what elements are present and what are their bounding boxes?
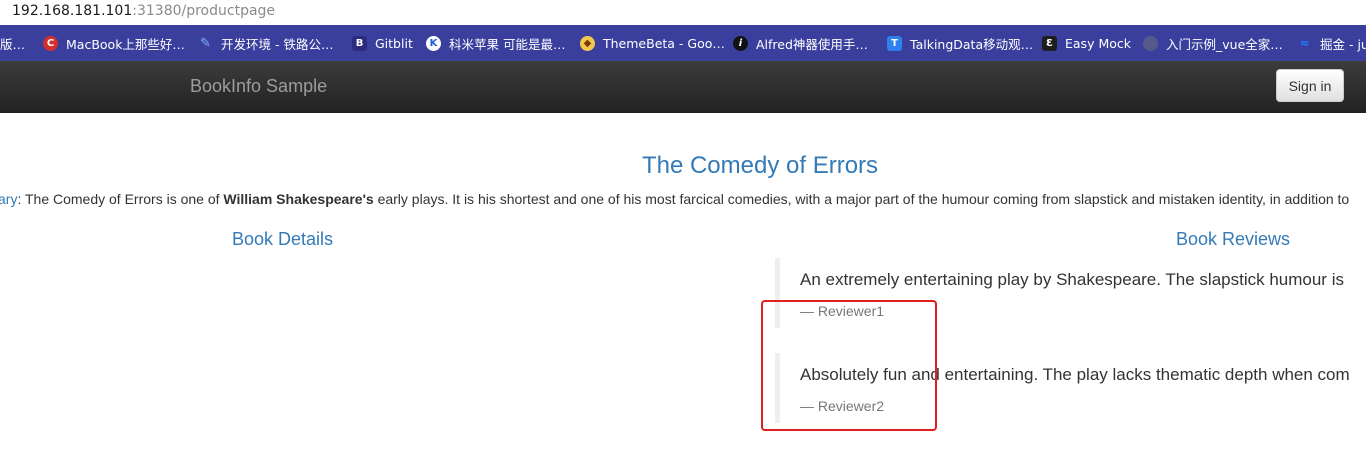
sign-in-button[interactable]: Sign in bbox=[1276, 69, 1344, 102]
summary-link[interactable]: ary bbox=[0, 191, 17, 207]
bookmark-label: 科米苹果 可能是最… bbox=[449, 36, 566, 52]
bookmark-item[interactable]: B Gitblit bbox=[352, 25, 413, 61]
product-summary: ary: The Comedy of Errors is one of Will… bbox=[0, 191, 1349, 207]
bookmark-label: ThemeBeta - Goo… bbox=[603, 35, 725, 51]
info-icon: i bbox=[733, 35, 748, 51]
page-title: The Comedy of Errors bbox=[641, 152, 879, 179]
bookmark-item[interactable]: ✎ 开发环境 - 铁路公… bbox=[198, 25, 333, 61]
author-name: William Shakespeare's bbox=[223, 191, 374, 207]
t-icon: T bbox=[887, 35, 902, 51]
themebeta-icon: ◆ bbox=[580, 35, 595, 51]
globe-icon bbox=[1143, 35, 1158, 51]
bookmark-label: MacBook上那些好… bbox=[66, 36, 185, 52]
bookmark-item[interactable]: 版… bbox=[0, 25, 25, 61]
easymock-icon: Ɛ bbox=[1042, 35, 1057, 51]
bookmark-label: Alfred神器使用手… bbox=[756, 36, 868, 52]
bookmark-label: Gitblit bbox=[375, 35, 413, 51]
summary-text-post: early plays. It is his shortest and one … bbox=[373, 191, 1350, 207]
app-navbar: BookInfo Sample Sign in bbox=[0, 61, 1366, 113]
bookmark-item[interactable]: Ɛ Easy Mock bbox=[1042, 25, 1131, 61]
k-icon: K bbox=[426, 35, 441, 51]
summary-text-pre: : The Comedy of Errors is one of bbox=[17, 191, 224, 207]
red-c-icon: C bbox=[43, 35, 58, 51]
bookmark-label: 掘金 - ju bbox=[1320, 36, 1366, 52]
bookmark-label: 入门示例_vue全家… bbox=[1166, 36, 1283, 52]
juejin-icon: ≈ bbox=[1299, 36, 1310, 50]
bookmark-item[interactable]: i Alfred神器使用手… bbox=[733, 25, 868, 61]
bookmark-item[interactable]: ◆ ThemeBeta - Goo… bbox=[580, 25, 725, 61]
bookmark-item[interactable]: 入门示例_vue全家… bbox=[1143, 25, 1283, 61]
bookmark-item[interactable]: ≈ 掘金 - ju bbox=[1297, 25, 1366, 61]
bookmark-item[interactable]: K 科米苹果 可能是最… bbox=[426, 25, 565, 61]
bookmark-label: 开发环境 - 铁路公… bbox=[221, 36, 334, 52]
bookmark-label: Easy Mock bbox=[1065, 35, 1131, 51]
review-text: An extremely entertaining play by Shakes… bbox=[800, 270, 1344, 289]
url-text[interactable]: 192.168.181.101:31380/productpage bbox=[12, 3, 275, 19]
address-bar[interactable]: 192.168.181.101:31380/productpage bbox=[0, 0, 1366, 26]
gitblit-icon: B bbox=[352, 35, 367, 51]
book-details-heading: Book Details bbox=[232, 229, 334, 249]
bookmark-item[interactable]: C MacBook上那些好… bbox=[43, 25, 185, 61]
book-reviews-heading: Book Reviews bbox=[1176, 229, 1291, 249]
brand-link[interactable]: BookInfo Sample bbox=[190, 76, 327, 97]
pen-icon: ✎ bbox=[200, 35, 211, 51]
bookmark-label: TalkingData移动观… bbox=[910, 36, 1034, 52]
url-host: 192.168.181.101 bbox=[12, 3, 133, 19]
highlight-box bbox=[761, 300, 937, 431]
bookmarks-bar: 版… C MacBook上那些好… ✎ 开发环境 - 铁路公… B Gitbli… bbox=[0, 25, 1366, 61]
url-path: :31380/productpage bbox=[132, 3, 276, 19]
bookmark-label: 版… bbox=[0, 36, 26, 52]
bookmark-item[interactable]: T TalkingData移动观… bbox=[887, 25, 1033, 61]
